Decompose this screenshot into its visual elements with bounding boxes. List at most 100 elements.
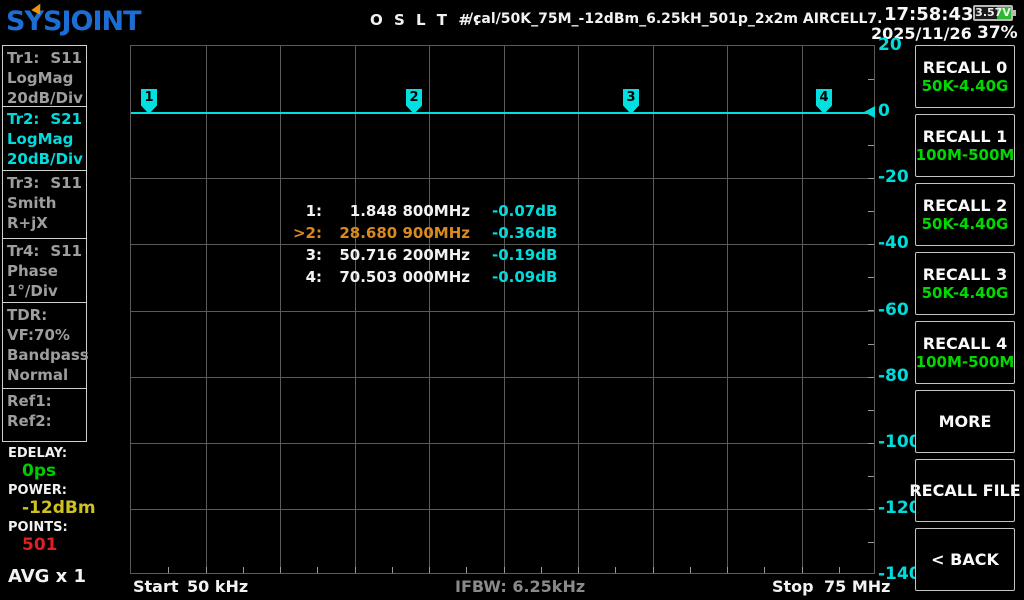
gridline: [727, 46, 728, 573]
reference-traces[interactable]: Ref1: Ref2:: [2, 388, 87, 442]
power-label: POWER:: [8, 483, 67, 498]
back-button[interactable]: < BACK: [915, 528, 1015, 591]
gridline: [355, 46, 356, 573]
marker-frequency: 50.716 200MHz: [322, 246, 470, 264]
gridline: [131, 377, 874, 378]
gridline: [868, 178, 874, 179]
marker-value: -0.19dB: [492, 246, 557, 264]
graticule-plot-area[interactable]: 1 2 3 4: [130, 45, 875, 574]
marker-value: -0.07dB: [492, 202, 557, 220]
stop-frequency[interactable]: 75 MHz: [824, 577, 890, 596]
marker-4-pin[interactable]: 4: [816, 89, 832, 114]
gridline: [653, 46, 654, 573]
gridline: [280, 46, 281, 573]
gridline: [868, 344, 874, 345]
marker-value: -0.36dB: [492, 224, 557, 242]
edelay-label: EDELAY:: [8, 446, 67, 461]
trace1-format: LogMag: [7, 68, 82, 88]
gridline: [868, 244, 874, 245]
trace1-settings[interactable]: Tr1:S11 LogMag 20dB/Div: [2, 45, 87, 107]
gridline: [317, 567, 318, 573]
trace2-name: Tr2:: [7, 109, 39, 129]
marker-frequency: 1.848 800MHz: [322, 202, 470, 220]
gridline: [868, 410, 874, 411]
marker-value: -0.09dB: [492, 268, 557, 286]
tdr-settings[interactable]: TDR: VF:70% Bandpass Normal: [2, 302, 87, 389]
points-value[interactable]: 501: [22, 535, 58, 555]
gridline: [764, 567, 765, 573]
calibration-file-path: /cal/50K_75M_-12dBm_6.25kH_501p_2x2m AIR…: [468, 11, 882, 27]
marker-row: 4: 70.503 000MHz -0.09dB: [280, 266, 557, 288]
gridline: [280, 567, 281, 573]
sysjoint-logo: SYSJOINT: [6, 6, 141, 37]
recall-4-button[interactable]: RECALL 4 100M-500M: [915, 321, 1015, 384]
tdr-mode: Bandpass: [7, 345, 82, 365]
marker-number: >2:: [280, 224, 322, 242]
trace1-scale: 20dB/Div: [7, 88, 82, 108]
gridline: [504, 567, 505, 573]
recall-0-button[interactable]: RECALL 0 50K-4.40G: [915, 45, 1015, 108]
gridline: [868, 310, 874, 311]
marker-frequency: 28.680 900MHz: [322, 224, 470, 242]
button-sublabel: 50K-4.40G: [922, 284, 1009, 302]
gridline: [429, 46, 430, 573]
marker-frequency: 70.503 000MHz: [322, 268, 470, 286]
gridline: [131, 509, 874, 510]
button-label: RECALL 1: [923, 127, 1007, 146]
gridline: [868, 443, 874, 444]
gridline: [578, 567, 579, 573]
trace2-format: LogMag: [7, 129, 82, 149]
trace3-format: Smith: [7, 193, 82, 213]
button-label: RECALL 4: [923, 334, 1007, 353]
more-button[interactable]: MORE: [915, 390, 1015, 453]
gridline: [504, 46, 505, 573]
start-label[interactable]: Start: [133, 577, 179, 596]
button-sublabel: 100M-500M: [916, 353, 1015, 371]
ifbw-value[interactable]: IFBW: 6.25kHz: [455, 577, 585, 596]
clock-time: 17:58:43: [884, 4, 974, 25]
gridline: [727, 567, 728, 573]
marker-row: 1: 1.848 800MHz -0.07dB: [280, 200, 557, 222]
power-value[interactable]: -12dBm: [22, 498, 96, 518]
recall-1-button[interactable]: RECALL 1 100M-500M: [915, 114, 1015, 177]
marker-3-pin[interactable]: 3: [623, 89, 639, 114]
button-label: RECALL 2: [923, 196, 1007, 215]
edelay-value[interactable]: 0ps: [22, 461, 56, 481]
trace4-settings[interactable]: Tr4:S11 Phase 1°/Div: [2, 238, 87, 303]
trace4-param: S11: [50, 241, 82, 261]
gridline: [868, 377, 874, 378]
start-frequency[interactable]: 50 kHz: [187, 577, 248, 596]
tdr-title: TDR:: [7, 305, 82, 325]
gridline: [466, 567, 467, 573]
gridline: [868, 145, 874, 146]
gridline: [653, 567, 654, 573]
gridline: [206, 46, 207, 573]
battery-nub: [1013, 10, 1016, 16]
ref1-label: Ref1:: [7, 391, 82, 411]
marker-1-pin[interactable]: 1: [141, 89, 157, 114]
battery-icon: 3.57V: [973, 5, 1013, 21]
gridline: [868, 476, 874, 477]
marker-row-active: >2: 28.680 900MHz -0.36dB: [280, 222, 557, 244]
y-axis-label: -80: [878, 365, 909, 387]
gridline: [243, 567, 244, 573]
gridline: [802, 46, 803, 573]
y-axis-label: -40: [878, 232, 909, 254]
gridline: [802, 567, 803, 573]
gridline: [131, 178, 874, 179]
gridline: [429, 567, 430, 573]
stop-label[interactable]: Stop: [772, 577, 814, 596]
gridline: [578, 46, 579, 573]
recall-3-button[interactable]: RECALL 3 50K-4.40G: [915, 252, 1015, 315]
marker-2-pin[interactable]: 2: [406, 89, 422, 114]
trace2-settings-active[interactable]: Tr2:S21 LogMag 20dB/Div: [2, 106, 87, 171]
avg-indicator[interactable]: AVG x 1: [8, 566, 86, 587]
oslt-calibration-status[interactable]: O S L T #:: [370, 11, 483, 29]
recall-file-button[interactable]: RECALL FILE: [915, 459, 1015, 522]
ref2-label: Ref2:: [7, 411, 82, 431]
recall-2-button[interactable]: RECALL 2 50K-4.40G: [915, 183, 1015, 246]
trace3-settings[interactable]: Tr3:S11 Smith R+jX: [2, 170, 87, 239]
trace2-s21-line: [131, 112, 874, 114]
gridline: [168, 567, 169, 573]
button-sublabel: 50K-4.40G: [922, 77, 1009, 95]
